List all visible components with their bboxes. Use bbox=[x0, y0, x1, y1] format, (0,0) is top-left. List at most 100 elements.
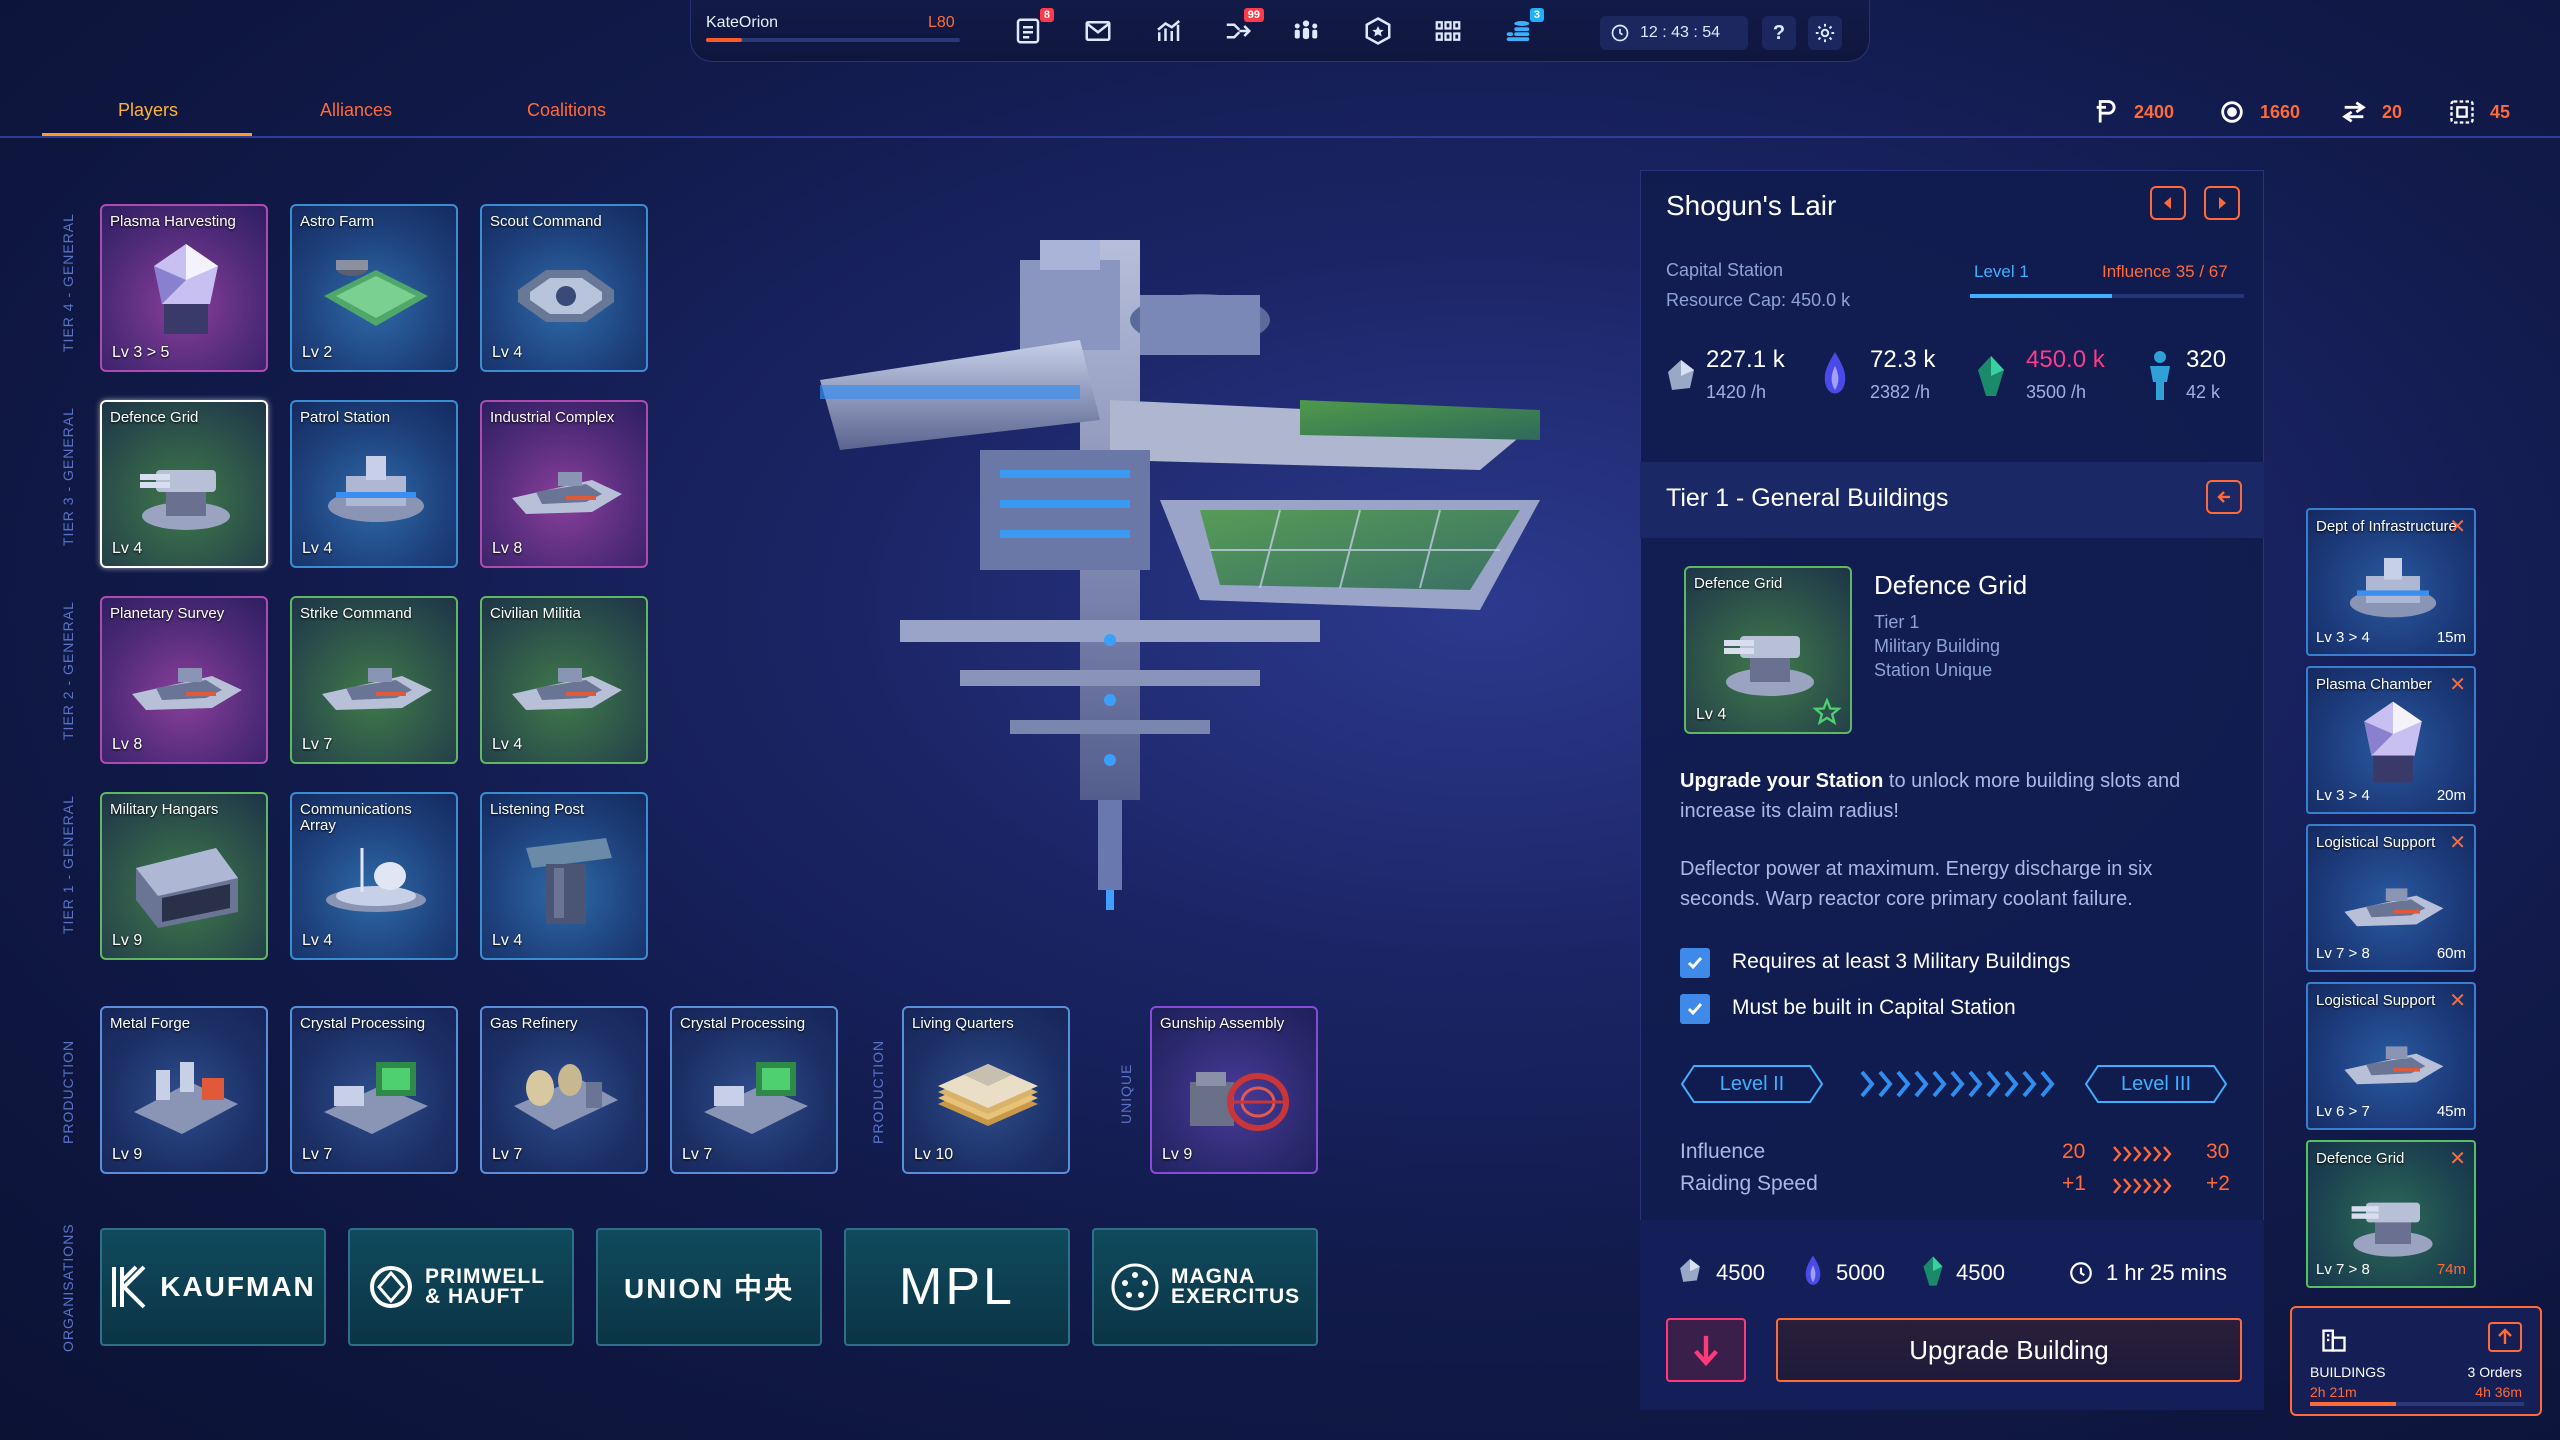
production-card[interactable]: Gas Refinery Lv 7 bbox=[480, 1006, 648, 1174]
production-card[interactable]: Metal Forge Lv 9 bbox=[100, 1006, 268, 1174]
tab-players[interactable]: Players bbox=[118, 100, 178, 121]
queue-item-time: 20m bbox=[2436, 787, 2466, 804]
level-from: Level II bbox=[1719, 1072, 1785, 1095]
production-card[interactable]: Crystal Processing Lv 7 bbox=[290, 1006, 458, 1174]
building-card[interactable]: Scout Command Lv 4 bbox=[480, 204, 648, 372]
org-primwell-hauft[interactable]: PRIMWELL & HAUFT bbox=[348, 1228, 574, 1346]
back-button[interactable] bbox=[2206, 480, 2242, 514]
org-mpl[interactable]: MPL bbox=[844, 1228, 1070, 1346]
building-card[interactable]: Astro Farm Lv 2 bbox=[290, 204, 458, 372]
transfer-resource[interactable]: 20 bbox=[2340, 98, 2402, 126]
grid-icon[interactable] bbox=[1430, 14, 1466, 48]
star-icon bbox=[1812, 698, 1842, 726]
prev-station-button[interactable] bbox=[2150, 186, 2186, 220]
plasma-value: 72.3 k bbox=[1870, 346, 1936, 373]
help-button[interactable]: ? bbox=[1762, 16, 1796, 50]
production-art bbox=[324, 1062, 428, 1134]
close-icon[interactable]: ✕ bbox=[2449, 988, 2466, 1013]
tabs-row: Players Alliances Coalitions bbox=[0, 86, 2560, 138]
resource-cap: Resource Cap: 450.0 k bbox=[1666, 290, 1851, 310]
buildings-progress-fill bbox=[2310, 1402, 2396, 1406]
org-union[interactable]: UNION 中央 bbox=[596, 1228, 822, 1346]
production-card[interactable]: Crystal Processing Lv 7 bbox=[670, 1006, 838, 1174]
building-scope: Station Unique bbox=[1874, 660, 1993, 680]
production-art bbox=[134, 1062, 238, 1134]
building-card[interactable]: Military Hangars Lv 9 bbox=[100, 792, 268, 960]
station-name: Shogun's Lair bbox=[1666, 190, 1837, 221]
expand-queue-button[interactable] bbox=[2488, 1322, 2522, 1352]
buildings-progress-bar bbox=[2310, 1402, 2524, 1406]
influence-to: 30 bbox=[2206, 1140, 2230, 1163]
building-card[interactable]: Plasma Harvesting Lv 3 > 5 bbox=[100, 204, 268, 372]
credits-icon bbox=[2096, 100, 2116, 123]
org-magna-exercitus[interactable]: MAGNA EXERCITUS bbox=[1092, 1228, 1318, 1346]
population-icon bbox=[2150, 351, 2170, 400]
player-level: L80 bbox=[928, 14, 955, 31]
gunship-assembly-title: Gunship Assembly bbox=[1160, 1015, 1285, 1032]
building-card[interactable]: Civilian Militia Lv 4 bbox=[480, 596, 648, 764]
close-icon[interactable]: ✕ bbox=[2449, 1146, 2466, 1171]
building-card-level: Lv 3 > 5 bbox=[112, 344, 170, 361]
stats-icon[interactable] bbox=[1150, 14, 1186, 48]
fleet-icon[interactable]: 99 bbox=[1220, 8, 1264, 48]
station-influence: Influence 35 / 67 bbox=[2102, 262, 2228, 281]
cycle-resource[interactable]: 1660 bbox=[2218, 98, 2300, 126]
player-name[interactable]: KateOrion bbox=[706, 14, 778, 32]
tab-active-underline bbox=[42, 133, 252, 136]
settings-button[interactable] bbox=[1808, 16, 1842, 50]
tab-alliances[interactable]: Alliances bbox=[320, 100, 392, 121]
building-card[interactable]: Strike Command Lv 7 bbox=[290, 596, 458, 764]
requirement-2-checkbox[interactable] bbox=[1680, 994, 1710, 1024]
buildings-queue-summary[interactable]: BUILDINGS 2h 21m 3 Orders 4h 36m bbox=[2290, 1306, 2542, 1416]
building-card[interactable]: Planetary Survey Lv 8 bbox=[100, 596, 268, 764]
queue-item-level: Lv 3 > 4 bbox=[2316, 629, 2370, 646]
next-station-button[interactable] bbox=[2204, 186, 2240, 220]
building-card-title: Scout Command bbox=[490, 213, 602, 230]
production2-label: PRODUCTION bbox=[870, 1039, 886, 1144]
slots-icon bbox=[2450, 100, 2474, 124]
player-xp-bar bbox=[706, 38, 960, 42]
queue-item[interactable]: Logistical Support ✕ Lv 6 > 7 45m bbox=[2306, 982, 2476, 1130]
building-card-title: Patrol Station bbox=[300, 409, 391, 426]
building-art bbox=[526, 838, 612, 924]
star-ring-logo-icon bbox=[1111, 1263, 1159, 1311]
slots-resource[interactable]: 45 bbox=[2448, 98, 2510, 126]
crystal-value: 450.0 k bbox=[2026, 346, 2105, 373]
upgrade-building-button[interactable]: Upgrade Building bbox=[1776, 1318, 2242, 1382]
downgrade-button[interactable] bbox=[1666, 1318, 1746, 1382]
building-card-title: Planetary Survey bbox=[110, 605, 225, 622]
close-icon[interactable]: ✕ bbox=[2449, 830, 2466, 855]
building-card[interactable]: Listening Post Lv 4 bbox=[480, 792, 648, 960]
tab-coalitions[interactable]: Coalitions bbox=[527, 100, 606, 121]
production-label: PRODUCTION bbox=[60, 1039, 76, 1144]
building-card[interactable]: Communications Array Lv 4 bbox=[290, 792, 458, 960]
queue-item[interactable]: Dept of Infrastructure ✕ Lv 3 > 4 15m bbox=[2306, 508, 2476, 656]
building-card-title: Listening Post bbox=[490, 801, 585, 818]
requirement-1-checkbox[interactable] bbox=[1680, 948, 1710, 978]
arrow-down-icon bbox=[1694, 1335, 1718, 1367]
reports-icon[interactable]: 8 bbox=[1010, 8, 1054, 48]
queue-item[interactable]: Plasma Chamber ✕ Lv 3 > 4 20m bbox=[2306, 666, 2476, 814]
close-icon[interactable]: ✕ bbox=[2449, 672, 2466, 697]
gunship-assembly-card[interactable]: Gunship Assembly Lv 9 bbox=[1150, 1006, 1318, 1174]
crystal-icon bbox=[1978, 356, 2004, 396]
transfer-icon bbox=[2342, 101, 2366, 123]
influence-label: Influence bbox=[1680, 1140, 1766, 1163]
credits-resource[interactable]: 2400 bbox=[2092, 98, 2174, 126]
people-icon[interactable] bbox=[1288, 14, 1324, 48]
org-kaufman[interactable]: KAUFMAN bbox=[100, 1228, 326, 1346]
building-card[interactable]: Industrial Complex Lv 8 bbox=[480, 400, 648, 568]
building-card-title: Civilian Militia bbox=[490, 605, 581, 622]
coins-icon[interactable]: 3 bbox=[1500, 8, 1544, 48]
building-card[interactable]: Defence Grid Lv 4 bbox=[100, 400, 268, 568]
station-level: Level 1 bbox=[1974, 262, 2029, 281]
queue-item[interactable]: Defence Grid ✕ Lv 7 > 8 74m bbox=[2306, 1140, 2476, 1288]
badge-icon[interactable] bbox=[1360, 14, 1396, 48]
close-icon[interactable]: ✕ bbox=[2449, 514, 2466, 539]
gunship-assembly-art bbox=[1190, 1072, 1289, 1131]
queue-item[interactable]: Logistical Support ✕ Lv 7 > 8 60m bbox=[2306, 824, 2476, 972]
living-quarters-card[interactable]: Living Quarters Lv 10 bbox=[902, 1006, 1070, 1174]
building-card[interactable]: Patrol Station Lv 4 bbox=[290, 400, 458, 568]
queue-item-title: Logistical Support bbox=[2316, 992, 2436, 1009]
mail-icon[interactable] bbox=[1080, 14, 1116, 48]
